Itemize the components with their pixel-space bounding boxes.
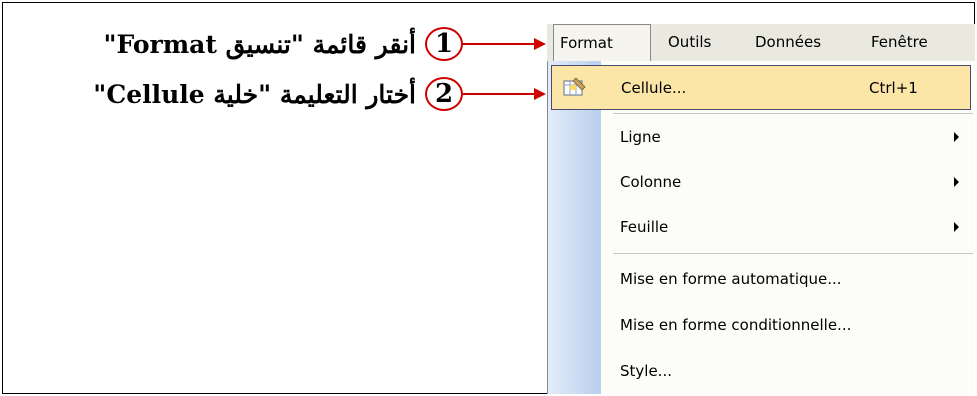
step1-arrowhead-icon: [534, 38, 546, 50]
menu-item-label: Ligne: [620, 128, 661, 146]
submenu-arrow-icon: [954, 177, 959, 187]
menu-item-label: Colonne: [620, 173, 682, 191]
menu-outils[interactable]: Outils: [668, 24, 711, 61]
step1-badge: 1: [425, 27, 463, 61]
menu-item-colonne[interactable]: Colonne: [548, 160, 975, 205]
step1-text: أنقر قائمة "تنسيق Format": [103, 30, 416, 59]
format-cells-icon: [563, 77, 586, 96]
menu-fenetre[interactable]: Fenêtre: [871, 24, 928, 61]
menu-item-style[interactable]: Style...: [548, 349, 975, 394]
menu-item-cellule[interactable]: Cellule... Ctrl+1: [551, 65, 971, 110]
menu-donnees[interactable]: Données: [755, 24, 821, 61]
menubar: Format Outils Données Fenêtre: [547, 24, 975, 62]
step1-arrow: [463, 43, 537, 45]
step2-arrow: [463, 93, 537, 95]
menu-format[interactable]: Format: [553, 24, 651, 61]
menu-item-label: Style...: [620, 362, 672, 380]
menu-item-label: Cellule...: [621, 79, 687, 97]
menu-separator: [613, 113, 973, 114]
menu-outils-label: Outils: [668, 33, 712, 51]
menu-item-ligne[interactable]: Ligne: [548, 115, 975, 160]
menu-item-mise-en-forme-cond[interactable]: Mise en forme conditionnelle...: [548, 303, 975, 348]
menu-item-label: Feuille: [620, 218, 669, 236]
step2-text: أختار التعليمة "خلية Cellule": [93, 80, 416, 109]
step2-badge: 2: [425, 77, 463, 111]
submenu-arrow-icon: [954, 222, 959, 232]
menu-item-label: Mise en forme conditionnelle...: [620, 316, 852, 334]
format-dropdown: Cellule... Ctrl+1 Ligne Colonne Feuille …: [547, 61, 975, 394]
menu-item-feuille[interactable]: Feuille: [548, 205, 975, 250]
menu-item-mise-en-forme-auto[interactable]: Mise en forme automatique...: [548, 257, 975, 302]
menu-item-shortcut: Ctrl+1: [869, 79, 918, 97]
menu-separator: [613, 253, 973, 254]
step2-arrowhead-icon: [534, 88, 546, 100]
menu-format-label: Format: [560, 34, 613, 52]
menu-fenetre-label: Fenêtre: [871, 33, 928, 51]
excel-menu-window: Format Outils Données Fenêtre Cellule...…: [547, 24, 975, 394]
menu-item-label: Mise en forme automatique...: [620, 270, 842, 288]
menu-donnees-label: Données: [755, 33, 822, 51]
submenu-arrow-icon: [954, 132, 959, 142]
